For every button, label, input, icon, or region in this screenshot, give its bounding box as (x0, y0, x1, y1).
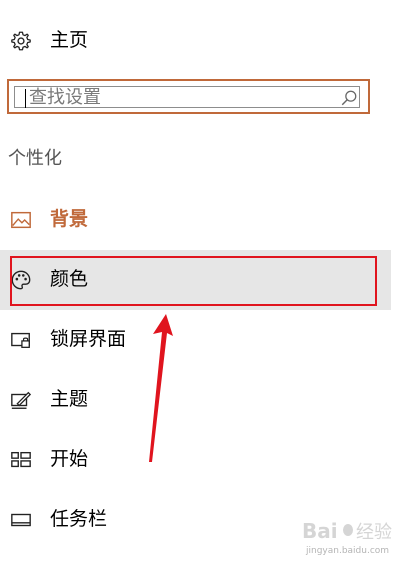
watermark-url: jingyan.baidu.com (306, 546, 390, 556)
taskbar-icon (11, 513, 31, 527)
home-nav-item[interactable]: 主页 (0, 22, 391, 60)
gear-icon (11, 31, 31, 51)
lock-screen-icon (11, 332, 30, 348)
nav-item-background[interactable]: 背景 (0, 190, 391, 250)
text-caret (25, 89, 26, 108)
baidu-watermark: Bai 经验 jingyan.baidu.com (300, 516, 410, 560)
nav-label: 主题 (50, 388, 89, 410)
section-title: 个性化 (8, 148, 62, 169)
baidu-logo-icon: Bai 经验 (302, 519, 392, 543)
nav-label: 锁屏界面 (50, 328, 127, 350)
picture-icon (11, 211, 31, 229)
search-placeholder: 查找设置 (29, 87, 101, 108)
nav-label: 开始 (50, 448, 89, 470)
nav-item-lock-screen[interactable]: 锁屏界面 (0, 310, 391, 370)
theme-icon (11, 391, 32, 409)
svg-text:Bai: Bai (302, 519, 338, 543)
home-label: 主页 (50, 29, 89, 51)
highlight-box (10, 256, 377, 306)
nav-item-start[interactable]: 开始 (0, 430, 391, 490)
nav-label: 背景 (50, 208, 89, 230)
search-icon[interactable] (340, 89, 358, 107)
annotation-arrow (149, 314, 173, 462)
svg-text:经验: 经验 (356, 522, 392, 543)
nav-label: 任务栏 (50, 508, 108, 530)
start-icon (11, 451, 31, 468)
search-box[interactable]: 查找设置 (7, 79, 370, 114)
nav-item-themes[interactable]: 主题 (0, 370, 391, 430)
